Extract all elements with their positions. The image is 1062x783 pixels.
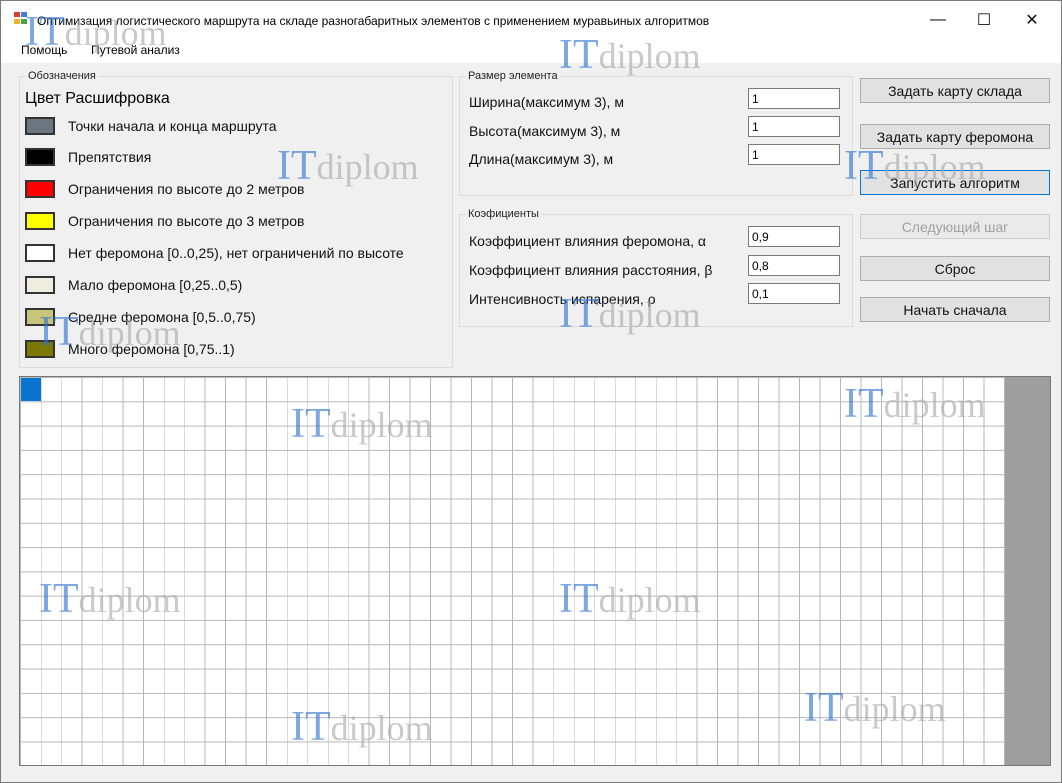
next-step-button: Следующий шаг — [860, 214, 1050, 239]
evaporation-input[interactable] — [748, 283, 840, 304]
width-label: Ширина(максимум 3), м — [469, 94, 624, 110]
set-warehouse-map-button[interactable]: Задать карту склада — [860, 78, 1050, 103]
legend-label-no-pheromone: Нет феромона [0..0,25), нет ограничений … — [68, 245, 404, 261]
app-window: Оптимизация логистического маршрута на с… — [0, 0, 1062, 783]
swatch-medium-pheromone — [25, 308, 55, 326]
menu-route-analysis[interactable]: Путевой анализ — [91, 43, 180, 57]
reset-button[interactable]: Сброс — [860, 256, 1050, 281]
legend-label-height-2m: Ограничения по высоте до 2 метров — [68, 181, 305, 197]
legend-header: Цвет Расшифровка — [25, 90, 170, 107]
width-input[interactable] — [748, 88, 840, 109]
legend-group-title: Обозначения — [28, 70, 96, 82]
coefficients-group-title: Коэфициенты — [468, 208, 539, 220]
set-pheromone-map-button[interactable]: Задать карту феромона — [860, 124, 1050, 149]
app-icon — [14, 12, 30, 26]
distance-coefficient-input[interactable] — [748, 255, 840, 276]
legend-label-medium-pheromone: Средне феромона [0,5..0,75) — [68, 309, 256, 325]
legend-label-low-pheromone: Мало феромона [0,25..0,5) — [68, 277, 243, 293]
swatch-high-pheromone — [25, 340, 55, 358]
height-label: Высота(максимум 3), м — [469, 123, 621, 139]
swatch-height-3m — [25, 212, 55, 230]
maximize-button[interactable]: ☐ — [961, 1, 1007, 39]
pheromone-coefficient-label: Коэффициент влияния феромона, α — [469, 233, 706, 249]
swatch-obstacles — [25, 148, 55, 166]
restart-button[interactable]: Начать сначала — [860, 297, 1050, 322]
height-input[interactable] — [748, 116, 840, 137]
swatch-height-2m — [25, 180, 55, 198]
warehouse-map-panel[interactable] — [19, 376, 1051, 766]
legend-label-obstacles: Препятствия — [68, 149, 152, 165]
legend-label-high-pheromone: Много феромона [0,75..1) — [68, 341, 235, 357]
swatch-low-pheromone — [25, 276, 55, 294]
close-button[interactable]: ✕ — [1009, 1, 1055, 39]
element-size-group-title: Размер элемента — [468, 70, 558, 82]
warehouse-grid[interactable] — [20, 377, 1005, 765]
run-algorithm-button[interactable]: Запустить алгоритм — [860, 170, 1050, 195]
menu-bar: Помощь Путевой анализ — [1, 39, 1061, 63]
route-start-cell[interactable] — [21, 378, 41, 401]
window-title: Оптимизация логистического маршрута на с… — [37, 14, 710, 28]
legend-label-route-endpoints: Точки начала и конца маршрута — [68, 118, 277, 134]
length-label: Длина(максимум 3), м — [469, 151, 614, 167]
title-bar[interactable]: Оптимизация логистического маршрута на с… — [1, 1, 1061, 39]
pheromone-coefficient-input[interactable] — [748, 226, 840, 247]
distance-coefficient-label: Коэффициент влияния расстояния, β — [469, 262, 713, 278]
swatch-no-pheromone — [25, 244, 55, 262]
legend-label-height-3m: Ограничения по высоте до 3 метров — [68, 213, 305, 229]
minimize-button[interactable]: — — [915, 1, 961, 39]
swatch-route-endpoints — [25, 117, 55, 135]
evaporation-label: Интенсивность испарения, ρ — [469, 291, 656, 307]
length-input[interactable] — [748, 144, 840, 165]
menu-help[interactable]: Помощь — [21, 43, 67, 57]
